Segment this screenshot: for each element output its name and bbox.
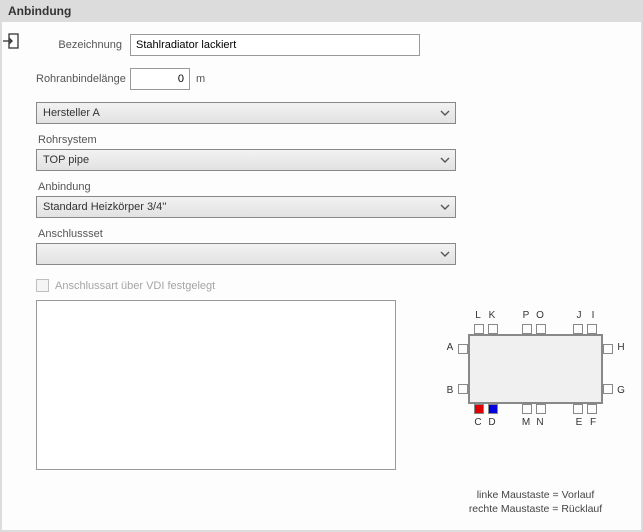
label-I: I: [587, 310, 599, 321]
rohranbind-label: Rohranbindelänge: [36, 73, 130, 85]
radiator-diagram: L K P O J I A B H G C D M N E F linke Ma…: [448, 324, 623, 516]
conn-B[interactable]: [458, 384, 468, 394]
conn-N[interactable]: [536, 404, 546, 414]
label-A: A: [444, 342, 456, 353]
conn-P[interactable]: [522, 324, 532, 334]
content-panel: Bezeichnung Rohranbindelänge m Herstelle…: [2, 22, 641, 530]
label-B: B: [444, 385, 456, 396]
label-G: G: [615, 385, 627, 396]
chevron-down-icon: [439, 107, 451, 119]
preview-box: [36, 300, 396, 470]
anbindung-label: Anbindung: [36, 181, 449, 193]
bezeichnung-input[interactable]: [130, 34, 420, 56]
conn-C[interactable]: [474, 404, 484, 414]
conn-E[interactable]: [573, 404, 583, 414]
label-C: C: [472, 417, 484, 428]
conn-A[interactable]: [458, 344, 468, 354]
label-E: E: [573, 417, 585, 428]
chevron-down-icon: [439, 248, 451, 260]
conn-G[interactable]: [603, 384, 613, 394]
hint-ruecklauf: rechte Maustaste = Rücklauf: [448, 502, 623, 516]
mouse-hint: linke Maustaste = Vorlauf rechte Maustas…: [448, 488, 623, 516]
conn-J[interactable]: [573, 324, 583, 334]
rohrsystem-label: Rohrsystem: [36, 134, 449, 146]
conn-L[interactable]: [474, 324, 484, 334]
radiator-body: L K P O J I A B H G C D M N E F: [468, 334, 603, 404]
anbindung-value: Standard Heizkörper 3/4'': [43, 201, 166, 213]
conn-F[interactable]: [587, 404, 597, 414]
label-H: H: [615, 342, 627, 353]
hersteller-value: Hersteller A: [43, 107, 100, 119]
enter-icon: [2, 32, 20, 50]
conn-O[interactable]: [536, 324, 546, 334]
label-K: K: [486, 310, 498, 321]
anschlussset-label: Anschlussset: [36, 228, 449, 240]
bezeichnung-label: Bezeichnung: [36, 39, 130, 51]
vdi-checkbox-label: Anschlussart über VDI festgelegt: [55, 280, 215, 292]
label-L: L: [472, 310, 484, 321]
rohranbind-unit: m: [196, 73, 205, 85]
anschlussset-combo[interactable]: [36, 243, 456, 265]
label-P: P: [520, 310, 532, 321]
label-O: O: [534, 310, 546, 321]
conn-M[interactable]: [522, 404, 532, 414]
label-M: M: [520, 417, 532, 428]
hint-vorlauf: linke Maustaste = Vorlauf: [448, 488, 623, 502]
rohrsystem-combo[interactable]: TOP pipe: [36, 149, 456, 171]
vdi-checkbox-row: Anschlussart über VDI festgelegt: [36, 279, 449, 292]
chevron-down-icon: [439, 201, 451, 213]
label-J: J: [573, 310, 585, 321]
rohrsystem-value: TOP pipe: [43, 154, 89, 166]
conn-K[interactable]: [488, 324, 498, 334]
panel-title: Anbindung: [0, 0, 643, 22]
label-N: N: [534, 417, 546, 428]
label-F: F: [587, 417, 599, 428]
vdi-checkbox[interactable]: [36, 279, 49, 292]
label-D: D: [486, 417, 498, 428]
conn-I[interactable]: [587, 324, 597, 334]
conn-D[interactable]: [488, 404, 498, 414]
chevron-down-icon: [439, 154, 451, 166]
conn-H[interactable]: [603, 344, 613, 354]
hersteller-combo[interactable]: Hersteller A: [36, 102, 456, 124]
rohranbind-input[interactable]: [130, 68, 190, 90]
anbindung-combo[interactable]: Standard Heizkörper 3/4'': [36, 196, 456, 218]
